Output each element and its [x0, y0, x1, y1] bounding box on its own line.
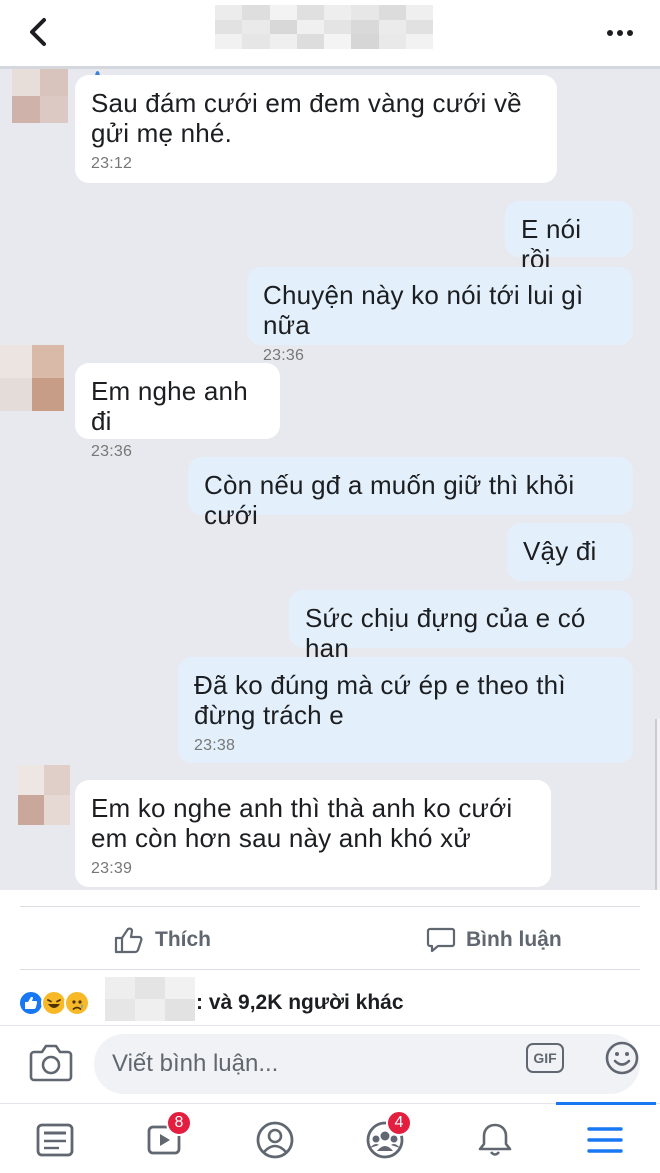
message-text: Còn nếu gđ a muốn giữ thì khỏi cưới	[204, 470, 575, 530]
camera-icon	[29, 1044, 73, 1082]
scrollbar[interactable]	[655, 719, 660, 890]
nav-groups[interactable]: 4	[360, 1110, 412, 1162]
message-text: Sức chịu đựng của e có hạn	[305, 603, 586, 663]
watch-badge: 8	[166, 1110, 192, 1136]
comment-bar: Viết bình luận... GIF	[0, 1025, 660, 1103]
message-time: 23:39	[91, 860, 133, 877]
news-feed-icon	[36, 1123, 74, 1157]
gif-label: GIF	[533, 1050, 557, 1066]
comment-bubble-icon	[426, 927, 456, 953]
nav-news-feed[interactable]	[30, 1118, 80, 1162]
nav-notifications[interactable]	[470, 1118, 520, 1162]
profile-icon	[256, 1121, 294, 1159]
menu-hamburger-icon	[587, 1127, 623, 1153]
like-button[interactable]: Thích	[113, 920, 211, 960]
message-bubble: Sau đám cưới em đem vàng cưới về gửi mẹ …	[75, 75, 557, 183]
message-text: E nói rồi	[521, 214, 582, 274]
blurred-title	[215, 5, 433, 49]
message-bubble: Đã ko đúng mà cứ ép e theo thì đừng trác…	[178, 657, 633, 763]
message-bubble: Chuyện này ko nói tới lui gì nữa 23:36	[247, 267, 633, 364]
active-tab-indicator	[556, 1102, 656, 1105]
like-label: Thích	[155, 928, 211, 951]
camera-button[interactable]	[28, 1042, 74, 1084]
comment-button[interactable]: Bình luận	[426, 920, 562, 960]
message-bubble: Sức chịu đựng của e có hạn	[289, 590, 633, 663]
reactions-count-text: : và 9,2K người khác	[196, 991, 404, 1014]
message-time: 23:38	[194, 737, 236, 754]
reaction-icons	[18, 990, 90, 1018]
divider	[20, 906, 640, 907]
message-bubble: Còn nếu gđ a muốn giữ thì khỏi cưới	[188, 457, 633, 530]
gif-button[interactable]: GIF	[526, 1043, 564, 1073]
message-bubble: Em ko nghe anh thì thà anh ko cưới em cò…	[75, 780, 551, 887]
message-time: 23:36	[263, 347, 305, 364]
message-bubble: E nói rồi	[505, 201, 633, 274]
back-button[interactable]	[20, 14, 56, 50]
thumbs-up-icon	[114, 927, 143, 954]
message-text: Em nghe anh đi	[91, 376, 248, 436]
smiley-icon	[605, 1041, 639, 1075]
sad-reaction-icon	[64, 990, 90, 1016]
nav-profile[interactable]	[250, 1118, 300, 1162]
message-time: 23:12	[91, 155, 133, 172]
bell-icon	[478, 1123, 512, 1156]
groups-badge: 4	[386, 1110, 412, 1136]
message-text: Em ko nghe anh thì thà anh ko cưới em cò…	[91, 793, 513, 853]
bottom-nav: 8 4	[0, 1102, 660, 1173]
message-text: Chuyện này ko nói tới lui gì nữa	[263, 280, 584, 340]
top-bar	[0, 0, 660, 66]
comment-placeholder: Viết bình luận...	[112, 1050, 279, 1077]
avatar	[12, 69, 68, 123]
message-bubble: Em nghe anh đi 23:36	[75, 363, 280, 460]
message-text: Đã ko đúng mà cứ ép e theo thì đừng trác…	[194, 670, 566, 730]
nav-watch[interactable]: 8	[140, 1110, 192, 1162]
chevron-left-icon	[30, 18, 46, 46]
message-bubble: Vậy đi	[507, 523, 633, 581]
divider	[20, 969, 640, 970]
comment-label: Bình luận	[466, 928, 562, 951]
avatar	[0, 345, 64, 411]
reactions-summary[interactable]: : và 9,2K người khác	[0, 975, 660, 1025]
chat-screenshot: Sau đám cưới em đem vàng cưới về gửi mẹ …	[0, 66, 660, 890]
more-horizontal-icon	[605, 23, 635, 41]
emoji-button[interactable]	[604, 1040, 640, 1076]
post-actions: Thích Bình luận	[0, 890, 660, 970]
message-text: Vậy đi	[523, 536, 597, 566]
nav-menu[interactable]	[580, 1118, 630, 1162]
avatar	[18, 765, 70, 825]
message-text: Sau đám cưới em đem vàng cưới về gửi mẹ …	[91, 88, 522, 148]
blurred-names	[105, 977, 195, 1021]
more-options-button[interactable]	[600, 18, 640, 46]
